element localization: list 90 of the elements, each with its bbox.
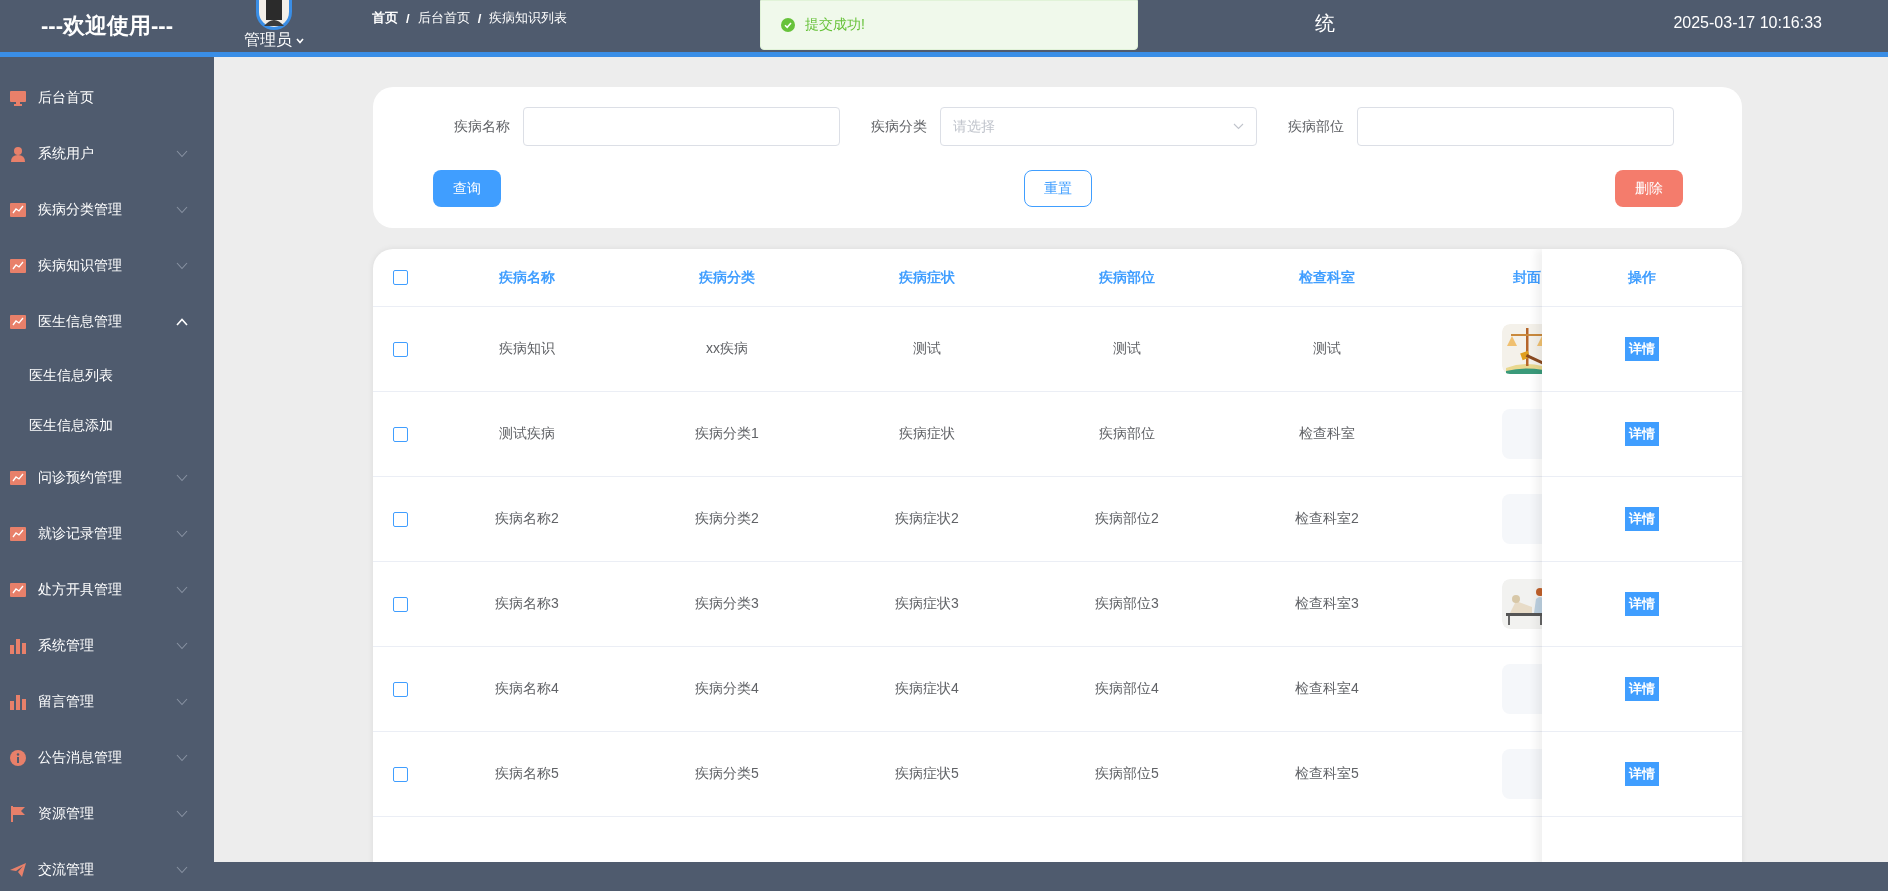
table-cell: 检查科室5 — [1295, 765, 1359, 783]
input-field[interactable] — [523, 107, 840, 146]
system-title: 统 — [1315, 10, 1336, 36]
toast-message: 提交成功! — [805, 16, 865, 34]
sidebar-item[interactable]: 资源管理 — [0, 786, 214, 842]
table-cell: 检查科室2 — [1295, 510, 1359, 528]
table-cell: 疾病症状 — [899, 425, 955, 443]
table-cell: 疾病分类3 — [695, 595, 759, 613]
datetime-text: 2025-03-17 10:16:33 — [1673, 14, 1822, 32]
row-checkbox[interactable] — [392, 766, 408, 782]
table-cell: 测试 — [1113, 340, 1141, 358]
bar-chart-icon — [10, 694, 26, 710]
row-checkbox[interactable] — [392, 681, 408, 697]
table-cell: 测试 — [913, 340, 941, 358]
brand-title: ---欢迎使用--- — [41, 12, 173, 40]
table-cell: 疾病名称3 — [495, 595, 559, 613]
table-cell: 疾病分类5 — [695, 765, 759, 783]
flag-icon — [10, 806, 26, 822]
table-cell: 测试 — [1313, 340, 1341, 358]
chart-icon — [10, 202, 26, 218]
select-all-checkbox[interactable] — [392, 270, 408, 285]
chart-icon — [10, 470, 26, 486]
caret-icon — [296, 37, 304, 44]
sidebar-subitem[interactable]: 医生信息列表 — [0, 350, 214, 400]
sidebar-item[interactable]: 疾病知识管理 — [0, 238, 214, 294]
table-cell: 疾病名称2 — [495, 510, 559, 528]
column-header: 操作 — [1628, 268, 1656, 287]
chart-icon — [10, 314, 26, 330]
table-cell: 疾病部位2 — [1095, 510, 1159, 528]
table-cell: 疾病部位3 — [1095, 595, 1159, 613]
info-icon — [10, 750, 26, 766]
chart-icon — [10, 258, 26, 274]
column-header: 疾病症状 — [899, 268, 955, 287]
sidebar-item[interactable]: 疾病分类管理 — [0, 182, 214, 238]
row-checkbox[interactable] — [392, 596, 408, 612]
table-cell: 疾病部位4 — [1095, 680, 1159, 698]
sidebar-item[interactable]: 系统管理 — [0, 618, 214, 674]
sidebar-item[interactable]: 就诊记录管理 — [0, 506, 214, 562]
field-label: 疾病分类 — [871, 117, 928, 136]
table-cell: 疾病知识 — [499, 340, 555, 358]
sidebar-item[interactable]: 后台首页 — [0, 70, 214, 126]
column-header: 疾病名称 — [499, 268, 555, 287]
user-icon — [10, 146, 26, 162]
breadcrumb-separator: / — [406, 10, 410, 26]
success-icon — [781, 18, 795, 32]
chart-icon — [10, 526, 26, 542]
column-header: 疾病部位 — [1099, 268, 1155, 287]
column-header: 封面 — [1513, 268, 1541, 287]
table-cell: 疾病名称5 — [495, 765, 559, 783]
breadcrumb-link[interactable]: 后台首页 — [417, 9, 470, 27]
sidebar-item[interactable]: 公告消息管理 — [0, 730, 214, 786]
bar-chart-icon — [10, 638, 26, 654]
table-cell: 疾病名称4 — [495, 680, 559, 698]
column-header: 疾病分类 — [699, 268, 755, 287]
table-cell: 疾病症状3 — [895, 595, 959, 613]
breadcrumb-link[interactable]: 首页 — [372, 9, 398, 27]
chart-icon — [10, 582, 26, 598]
chevron-down-icon — [1233, 123, 1244, 130]
avatar-icon[interactable] — [256, 0, 292, 30]
sidebar-item[interactable]: 系统用户 — [0, 126, 214, 182]
table-cell: xx疾病 — [706, 340, 748, 358]
table-cell: 疾病分类2 — [695, 510, 759, 528]
table-cell: 疾病分类1 — [695, 425, 759, 443]
row-checkbox[interactable] — [392, 426, 408, 442]
row-checkbox[interactable] — [392, 341, 408, 357]
sidebar-item[interactable]: 处方开具管理 — [0, 562, 214, 618]
field-label: 疾病名称 — [454, 117, 511, 136]
column-header: 检查科室 — [1299, 268, 1355, 287]
table-cell: 疾病部位5 — [1095, 765, 1159, 783]
sidebar-item[interactable]: 交流管理 — [0, 842, 214, 891]
breadcrumb-link[interactable]: 疾病知识列表 — [489, 9, 568, 27]
table-cell: 疾病症状5 — [895, 765, 959, 783]
table-cell: 检查科室 — [1299, 425, 1355, 443]
table-cell: 检查科室4 — [1295, 680, 1359, 698]
input-field[interactable] — [1357, 107, 1674, 146]
sidebar-item[interactable]: 医生信息管理 — [0, 294, 214, 350]
row-checkbox[interactable] — [392, 511, 408, 527]
table-cell: 疾病分类4 — [695, 680, 759, 698]
table-cell: 疾病症状4 — [895, 680, 959, 698]
user-menu[interactable]: 管理员 — [244, 30, 304, 51]
table-cell: 检查科室3 — [1295, 595, 1359, 613]
field-label: 疾病部位 — [1288, 117, 1345, 136]
table-cell: 疾病部位 — [1099, 425, 1155, 443]
sidebar-item[interactable]: 问诊预约管理 — [0, 450, 214, 506]
sidebar-item[interactable]: 留言管理 — [0, 674, 214, 730]
monitor-icon — [10, 90, 26, 106]
table-cell: 疾病症状2 — [895, 510, 959, 528]
breadcrumb-separator: / — [477, 10, 482, 26]
table-cell: 测试疾病 — [499, 425, 555, 443]
sidebar-subitem[interactable]: 医生信息添加 — [0, 400, 214, 450]
